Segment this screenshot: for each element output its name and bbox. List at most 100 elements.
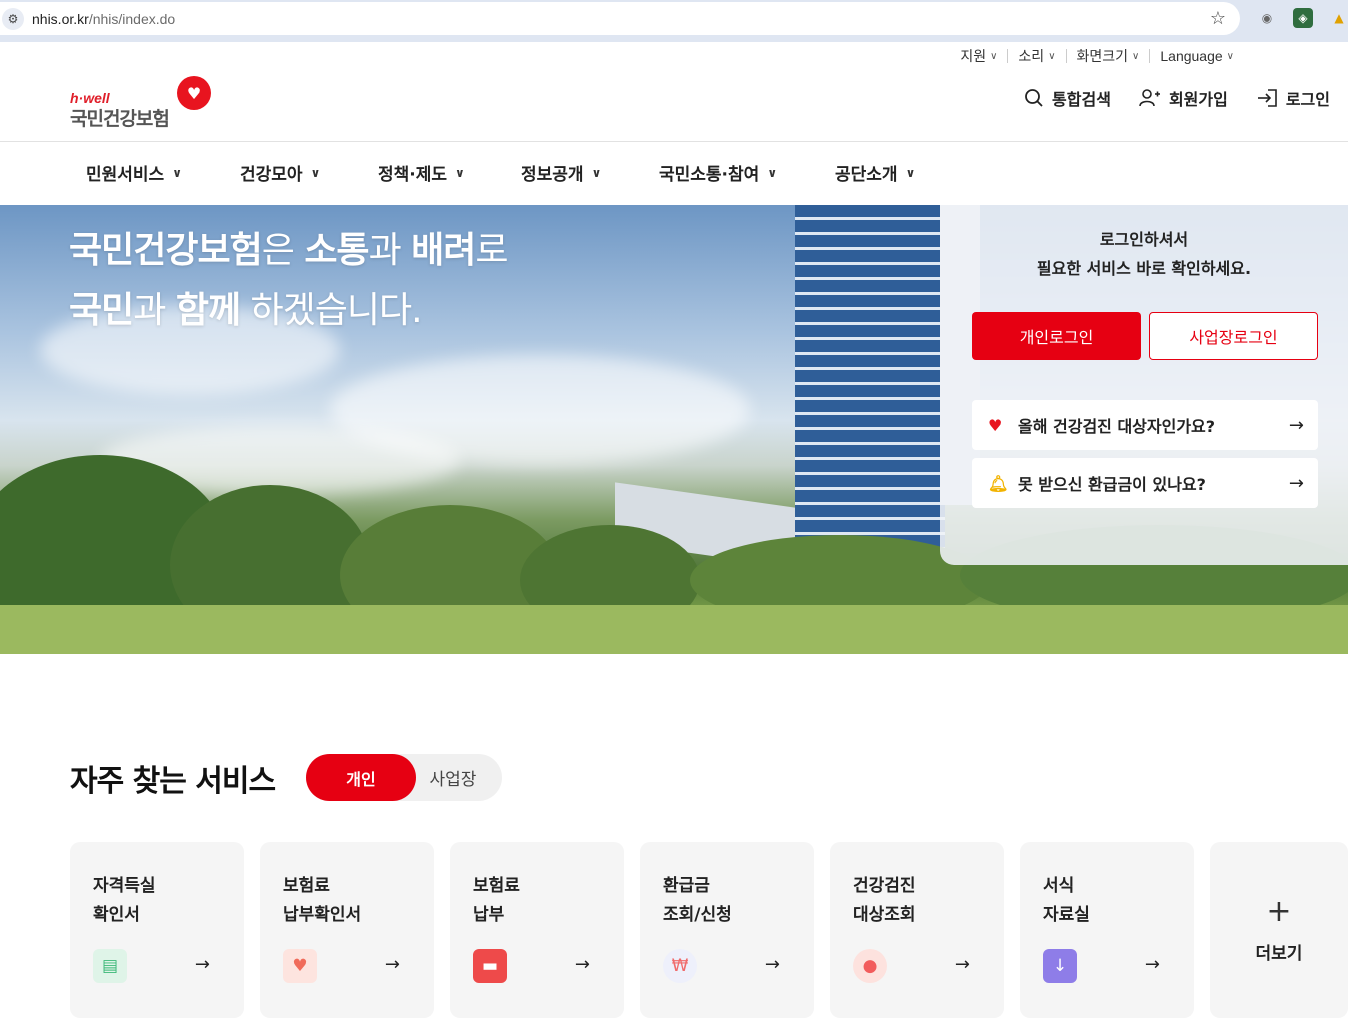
nav-item-health[interactable]: 건강모아 ∨ bbox=[240, 160, 378, 185]
service-card-checkup[interactable]: 건강검진 대상조회 ● → bbox=[830, 842, 1004, 1018]
refund-check-link[interactable]: 🔔︎ 못 받으신 환급금이 있나요? → bbox=[972, 458, 1318, 508]
chevron-down-icon: ∨ bbox=[310, 165, 321, 180]
chevron-down-icon: ∨ bbox=[1132, 50, 1140, 62]
arrow-right-icon: → bbox=[954, 954, 970, 975]
nav-label: 건강모아 bbox=[240, 165, 303, 185]
util-support[interactable]: 지원 ∨ bbox=[950, 46, 1007, 66]
search-button[interactable]: 통합검색 bbox=[1024, 86, 1111, 110]
utility-bar: 지원 ∨ 소리 ∨ 화면크기 ∨ Language ∨ bbox=[950, 46, 1244, 66]
bookmark-star-icon[interactable]: ☆ bbox=[1210, 8, 1226, 29]
signup-label: 회원가입 bbox=[1168, 90, 1228, 109]
hero-banner: 국민건강보험은 소통과 배려로 국민과 함께 하겠습니다. 로그인하셔서 필요한… bbox=[0, 205, 1348, 654]
service-card-refund[interactable]: 환급금조회/신청 ₩ → bbox=[640, 842, 814, 1018]
checkup-eligibility-link[interactable]: ♥ 올해 건강검진 대상자인가요? → bbox=[972, 400, 1318, 450]
login-panel-title-line2: 필요한 서비스 바로 확인하세요. bbox=[1036, 259, 1252, 278]
heart-logo-icon: ♥ bbox=[177, 76, 211, 110]
hero-line-2: 국민과 함께 하겠습니다. bbox=[69, 281, 508, 341]
util-support-label: 지원 bbox=[960, 48, 987, 64]
hero-line-1: 국민건강보험은 소통과 배려로 bbox=[69, 221, 509, 281]
quick-link-label: 올해 건강검진 대상자인가요? bbox=[1018, 417, 1216, 436]
service-card-premium-payment[interactable]: 보험료 납부 ▬ → bbox=[450, 842, 624, 1018]
nav-item-policy[interactable]: 정책·제도 ∨ bbox=[378, 160, 521, 185]
arrow-right-icon: → bbox=[1288, 414, 1304, 436]
bell-icon: 🔔︎ bbox=[988, 473, 1009, 493]
card-title: 보험료 납부 bbox=[473, 872, 520, 930]
login-button[interactable]: 로그인 bbox=[1256, 86, 1330, 110]
services-tab-toggle: 개인 사업장 bbox=[306, 754, 502, 801]
chevron-down-icon: ∨ bbox=[905, 165, 916, 180]
header-actions: 통합검색 회원가입 로그인 bbox=[1024, 86, 1330, 110]
header-divider bbox=[0, 141, 1348, 142]
quick-link-label: 못 받으신 환급금이 있나요? bbox=[1018, 475, 1206, 494]
card-title-line1: 자격득실 bbox=[93, 876, 156, 896]
card-title-line1: 환급금 bbox=[663, 876, 710, 896]
login-panel-title-line1: 로그인하셔서 bbox=[1099, 230, 1189, 249]
card-title: 자격득실확인서 bbox=[93, 872, 156, 930]
service-card-forms[interactable]: 서식 자료실 ↓ → bbox=[1020, 842, 1194, 1018]
url-host: nhis.or.kr bbox=[32, 10, 89, 27]
login-panel: 로그인하셔서 필요한 서비스 바로 확인하세요. 개인로그인 사업장로그인 ♥ … bbox=[940, 205, 1348, 565]
signup-button[interactable]: 회원가입 bbox=[1139, 86, 1228, 110]
site-info-icon[interactable]: ⚙ bbox=[2, 7, 24, 30]
nav-item-civil-service[interactable]: 민원서비스 ∨ bbox=[86, 160, 240, 185]
util-screen-size-label: 화면크기 bbox=[1076, 48, 1129, 64]
document-person-icon: ▤ bbox=[93, 949, 127, 983]
service-card-eligibility[interactable]: 자격득실확인서 ▤ → bbox=[70, 842, 244, 1018]
address-bar[interactable]: ⚙ nhis.or.kr/nhis/index.do ☆ bbox=[0, 2, 1240, 35]
nav-item-info-disclosure[interactable]: 정보공개 ∨ bbox=[521, 160, 659, 185]
chevron-down-icon: ∨ bbox=[1048, 50, 1056, 62]
card-title-line1: 서식 bbox=[1043, 876, 1075, 896]
util-sound[interactable]: 소리 ∨ bbox=[1008, 46, 1065, 66]
arrow-right-icon: → bbox=[384, 954, 400, 975]
camera-icon[interactable]: ◉ bbox=[1257, 8, 1277, 28]
search-label: 통합검색 bbox=[1052, 90, 1111, 109]
more-services-button[interactable]: + 더보기 bbox=[1210, 842, 1348, 1018]
nav-label: 공단소개 bbox=[835, 165, 898, 185]
hero-text-bold: 함께 bbox=[175, 290, 241, 331]
service-card-premium-certificate[interactable]: 보험료 납부확인서 ♥ → bbox=[260, 842, 434, 1018]
card-title-line2: 납부확인서 bbox=[283, 905, 362, 925]
hero-text-bold: 국민건강보험 bbox=[69, 230, 263, 271]
hero-text: 과 bbox=[133, 290, 176, 331]
chevron-down-icon: ∨ bbox=[990, 50, 998, 62]
util-screen-size[interactable]: 화면크기 ∨ bbox=[1067, 46, 1150, 66]
arrow-right-icon: → bbox=[764, 954, 780, 975]
hero-text: 과 bbox=[368, 230, 412, 271]
login-label: 로그인 bbox=[1285, 90, 1330, 109]
nav-item-participation[interactable]: 국민소통·참여 ∨ bbox=[659, 160, 835, 185]
business-login-button[interactable]: 사업장로그인 bbox=[1149, 312, 1318, 360]
hero-text: 로 bbox=[475, 230, 508, 271]
card-title-line2: 조회/신청 bbox=[663, 905, 732, 925]
card-title: 환급금조회/신청 bbox=[663, 872, 732, 930]
hero-text: 하겠습니다. bbox=[240, 290, 423, 331]
card-title-line2: 확인서 bbox=[93, 905, 140, 925]
login-icon bbox=[1257, 89, 1277, 107]
card-title-line1: 건강검진 bbox=[853, 876, 916, 896]
personal-login-button[interactable]: 개인로그인 bbox=[972, 312, 1141, 360]
url-path: /nhis/index.do bbox=[88, 10, 176, 27]
nav-item-about[interactable]: 공단소개 ∨ bbox=[835, 160, 915, 185]
main-navigation: 민원서비스 ∨ 건강모아 ∨ 정책·제도 ∨ 정보공개 ∨ 국민소통·참여 ∨ 공단소개 ∨ bbox=[86, 160, 915, 185]
arrow-right-icon: → bbox=[574, 954, 590, 975]
login-panel-title: 로그인하셔서 필요한 서비스 바로 확인하세요. bbox=[940, 225, 1348, 283]
browser-chrome: ⚙ nhis.or.kr/nhis/index.do ☆ ◉ ◈ ▲ bbox=[0, 0, 1348, 42]
util-language[interactable]: Language ∨ bbox=[1150, 48, 1244, 64]
chevron-down-icon: ∨ bbox=[1226, 50, 1234, 62]
site-logo[interactable]: h·well 국민건강보험 ♥ bbox=[70, 76, 220, 130]
logo-name: 국민건강보험 bbox=[70, 108, 170, 130]
services-title: 자주 찾는 서비스 bbox=[70, 764, 276, 799]
hero-text-bold: 소통 bbox=[304, 230, 369, 271]
drive-icon[interactable]: ▲ bbox=[1329, 8, 1348, 28]
hero-text-bold: 배려 bbox=[411, 230, 476, 271]
card-title: 건강검진대상조회 bbox=[853, 872, 916, 930]
search-money-icon: ₩ bbox=[663, 949, 697, 983]
url-text[interactable]: nhis.or.kr/nhis/index.do bbox=[32, 11, 175, 27]
extension-icon[interactable]: ◈ bbox=[1293, 8, 1313, 28]
card-title-line2: 대상조회 bbox=[853, 905, 916, 925]
more-label: 더보기 bbox=[1255, 943, 1303, 964]
card-payment-icon: ▬ bbox=[473, 949, 507, 983]
arrow-right-icon: → bbox=[194, 954, 210, 975]
arrow-right-icon: → bbox=[1144, 954, 1160, 975]
tab-personal[interactable]: 개인 bbox=[306, 754, 416, 801]
tab-business[interactable]: 사업장 bbox=[416, 754, 490, 801]
